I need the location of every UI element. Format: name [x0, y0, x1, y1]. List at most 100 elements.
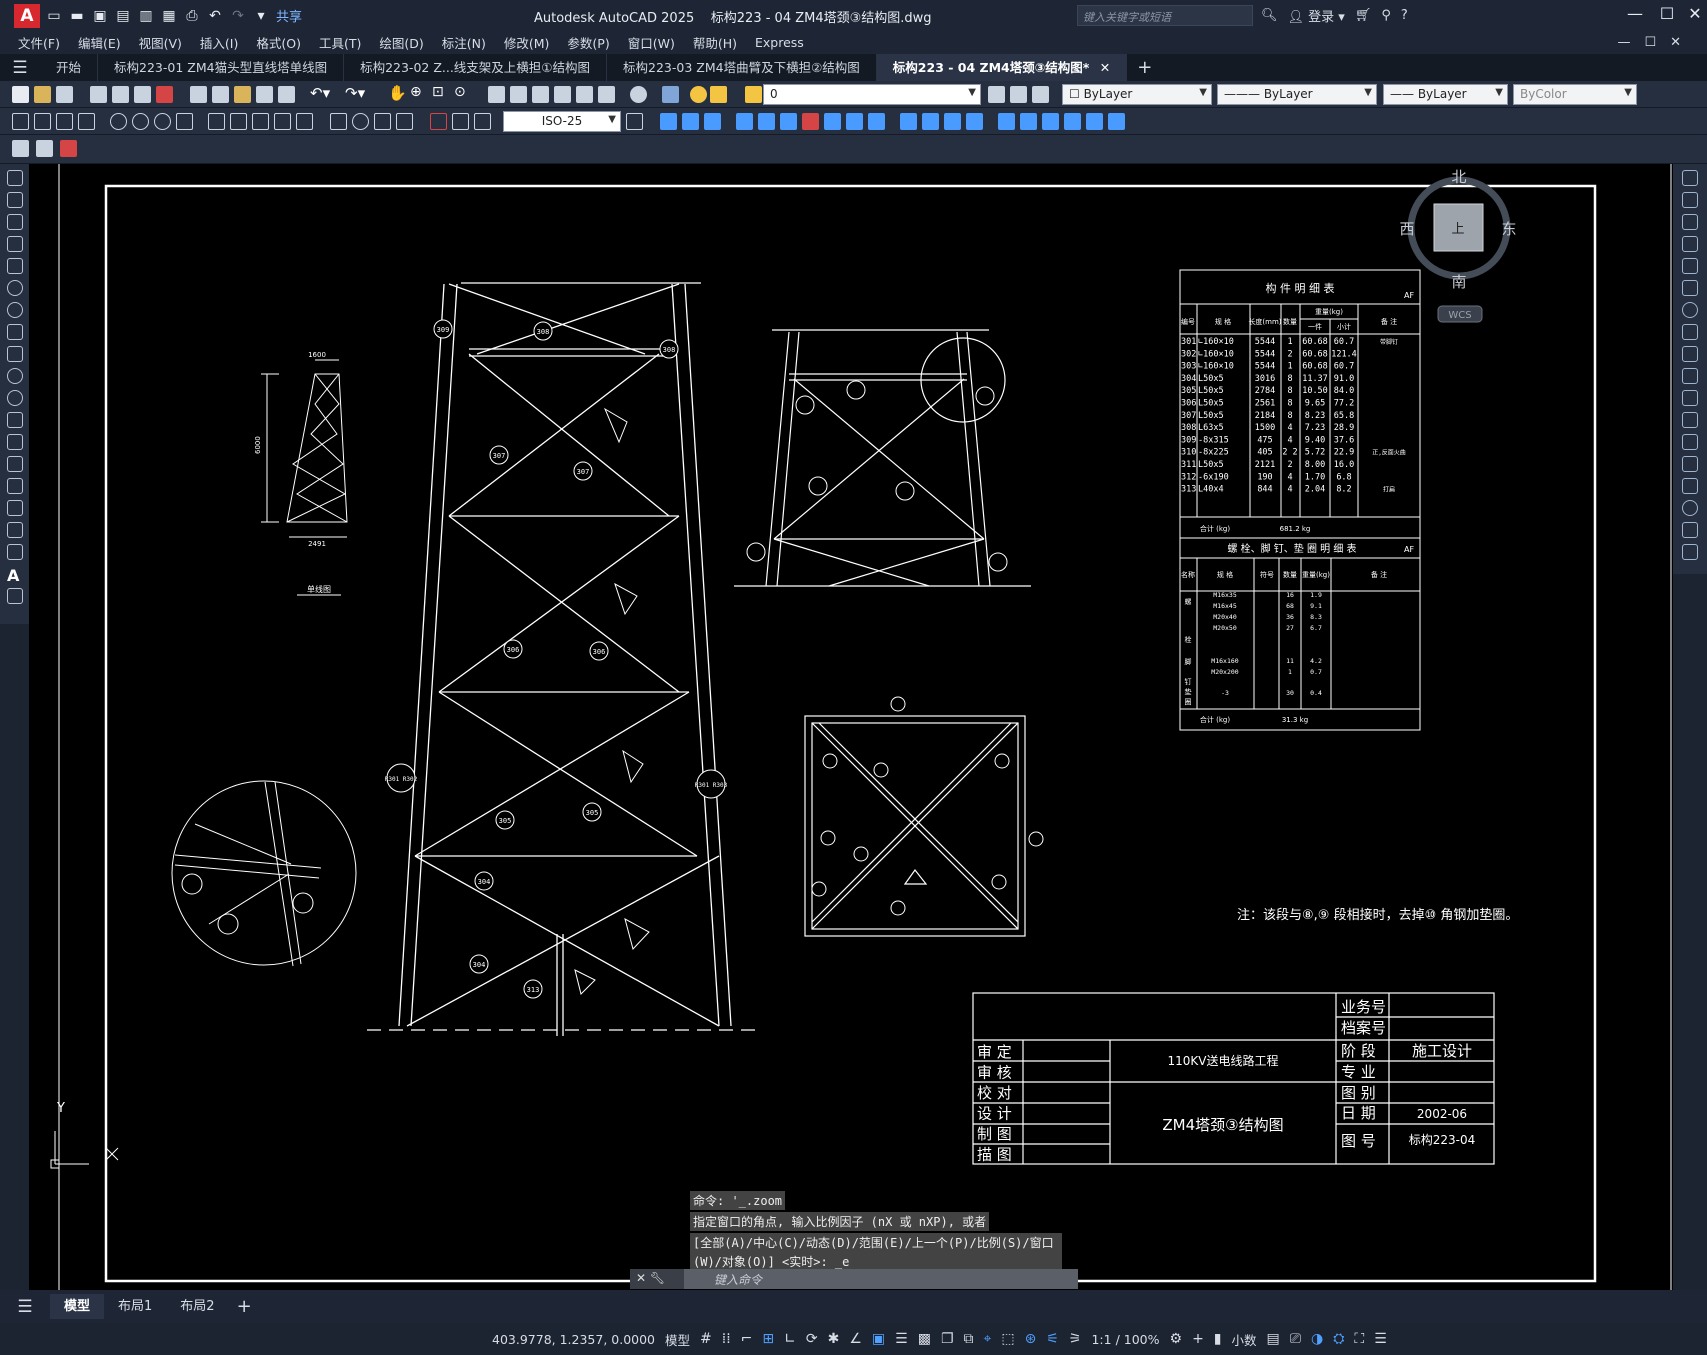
shell-icon[interactable]: [846, 113, 863, 130]
plotstyle-dropdown[interactable]: ByColor ▼: [1513, 84, 1637, 105]
zoom-realtime-icon[interactable]: ⊕: [410, 84, 427, 101]
3darray-icon[interactable]: [1064, 113, 1081, 130]
break-icon[interactable]: [1682, 434, 1698, 450]
offset-icon[interactable]: [1682, 236, 1698, 252]
make-current-layer-icon[interactable]: [988, 86, 1005, 103]
viewcube-north[interactable]: 北: [1451, 168, 1466, 186]
make-block-icon[interactable]: [7, 434, 23, 450]
polar-icon[interactable]: ⟳: [806, 1331, 818, 1347]
3dmove-icon[interactable]: [998, 113, 1015, 130]
explode-icon[interactable]: [1682, 544, 1698, 560]
share-button[interactable]: 共享: [276, 6, 302, 25]
close-button[interactable]: ✕: [1680, 4, 1707, 26]
signin-button[interactable]: 👤︎ 登录 ▾: [1288, 6, 1345, 25]
lock-ui-icon[interactable]: ⎚: [1290, 1331, 1301, 1347]
sheetset-icon[interactable]: [554, 86, 571, 103]
cut-icon[interactable]: [190, 86, 207, 103]
point-icon[interactable]: [7, 456, 23, 472]
save-icon[interactable]: ▣: [91, 7, 109, 25]
tab-doc-01[interactable]: 标构223-01 ZM4猫头型直线塔单线图: [98, 54, 345, 81]
3dalign-icon[interactable]: [1042, 113, 1059, 130]
publish-icon[interactable]: [134, 86, 151, 103]
hamburger-menu-icon[interactable]: ☰: [0, 58, 40, 78]
layer-on-icon[interactable]: [690, 86, 707, 103]
designcenter-icon[interactable]: [510, 86, 527, 103]
help-icon[interactable]: [630, 86, 647, 103]
3drotate-icon[interactable]: [1020, 113, 1037, 130]
search-input[interactable]: 键入关键字或短语: [1077, 5, 1253, 26]
isodraft-icon[interactable]: ✱: [828, 1331, 840, 1347]
rotate-icon[interactable]: [1682, 302, 1698, 318]
dimstyle-manager-icon[interactable]: [626, 113, 643, 130]
stretch-icon[interactable]: [1682, 346, 1698, 362]
object-snap-icon[interactable]: ▣: [872, 1331, 885, 1347]
dynamic-input-icon[interactable]: ⊞: [762, 1331, 774, 1347]
open-icon[interactable]: ▬: [68, 7, 86, 25]
qnew-icon[interactable]: [12, 86, 29, 103]
rectangle-icon[interactable]: [7, 258, 23, 274]
menu-dimension[interactable]: 标注(N): [442, 33, 486, 52]
join-icon[interactable]: [1682, 456, 1698, 472]
drawing-canvas[interactable]: 1600 2491 6000 单线图 309 308 308 307 307 3…: [29, 155, 1673, 1297]
markup-icon[interactable]: [576, 86, 593, 103]
pan-icon[interactable]: ✋: [388, 84, 407, 102]
units-icon[interactable]: ▮: [1214, 1331, 1222, 1347]
layout-menu-icon[interactable]: ☰: [0, 1297, 50, 1317]
loft-icon[interactable]: [944, 113, 961, 130]
spline-icon[interactable]: [7, 346, 23, 362]
quick-properties-icon[interactable]: ▤: [1267, 1331, 1280, 1347]
menu-modify[interactable]: 修改(M): [504, 33, 550, 52]
customization-icon[interactable]: ☰: [1374, 1331, 1387, 1347]
layer-state-icon[interactable]: [1032, 86, 1049, 103]
model-space-button[interactable]: 模型: [665, 1330, 690, 1349]
autodesk-a360-icon[interactable]: ⚲: [1381, 8, 1391, 23]
quick-dim-icon[interactable]: [208, 113, 225, 130]
tolerance-icon[interactable]: [330, 113, 347, 130]
dim-ordinate-icon[interactable]: [78, 113, 95, 130]
polyline-icon[interactable]: [7, 214, 23, 230]
new-tab-plus-icon[interactable]: +: [1137, 57, 1152, 78]
workspace-gear-icon[interactable]: ⚙: [1170, 1331, 1183, 1347]
coordinates-readout[interactable]: 403.9778, 1.2357, 0.0000: [492, 1332, 655, 1347]
object-snap-tracking-icon[interactable]: ∠: [849, 1331, 862, 1347]
ellipse-arc-icon[interactable]: [7, 390, 23, 406]
search-icon[interactable]: 🔍︎: [1261, 8, 1278, 23]
layer-lock-icon[interactable]: [745, 86, 762, 103]
toolpalettes-icon[interactable]: [532, 86, 549, 103]
minimize-button[interactable]: —: [1620, 4, 1650, 26]
web-mobile-icon[interactable]: ▥: [137, 7, 155, 25]
menu-format[interactable]: 格式(O): [256, 33, 301, 52]
publish-icon[interactable]: ▦: [160, 7, 178, 25]
menu-draw[interactable]: 绘图(D): [379, 33, 423, 52]
dim-edit-icon[interactable]: [430, 113, 447, 130]
gradient-icon[interactable]: [7, 500, 23, 516]
auto-scale-icon[interactable]: ⚞: [1069, 1331, 1082, 1347]
maximize-button[interactable]: ☐: [1652, 4, 1682, 26]
add-selected-icon[interactable]: [7, 588, 23, 604]
viewcube-east[interactable]: 东: [1501, 220, 1516, 238]
selection-cycling-icon[interactable]: ❐: [941, 1331, 954, 1347]
paste-icon[interactable]: [234, 86, 251, 103]
dim-space-icon[interactable]: [274, 113, 291, 130]
tab-start[interactable]: 开始: [40, 54, 99, 81]
preview-icon[interactable]: [112, 86, 129, 103]
dim-continue-icon[interactable]: [252, 113, 269, 130]
lineweight-icon[interactable]: ☰: [895, 1331, 908, 1347]
thicken-icon[interactable]: [824, 113, 841, 130]
insert-block-icon[interactable]: [7, 412, 23, 428]
new-icon[interactable]: ▭: [45, 7, 63, 25]
move-icon[interactable]: [1682, 280, 1698, 296]
undo-icon[interactable]: ↶: [206, 7, 224, 25]
extrude-icon[interactable]: [682, 113, 699, 130]
layer-properties-icon[interactable]: [662, 86, 679, 103]
ortho-icon[interactable]: ∟: [784, 1331, 796, 1347]
command-input[interactable]: 键入命令: [684, 1269, 1078, 1289]
box-icon[interactable]: [660, 113, 677, 130]
menu-insert[interactable]: 插入(I): [200, 33, 238, 52]
gizmo-icon[interactable]: ⊛: [1025, 1331, 1037, 1347]
3dprint-icon[interactable]: [156, 86, 173, 103]
menu-view[interactable]: 视图(V): [139, 33, 182, 52]
close-tab-icon[interactable]: ✕: [1100, 60, 1110, 75]
plot-icon[interactable]: [90, 86, 107, 103]
linetype-dropdown[interactable]: ——— ByLayer ▼: [1217, 84, 1377, 105]
